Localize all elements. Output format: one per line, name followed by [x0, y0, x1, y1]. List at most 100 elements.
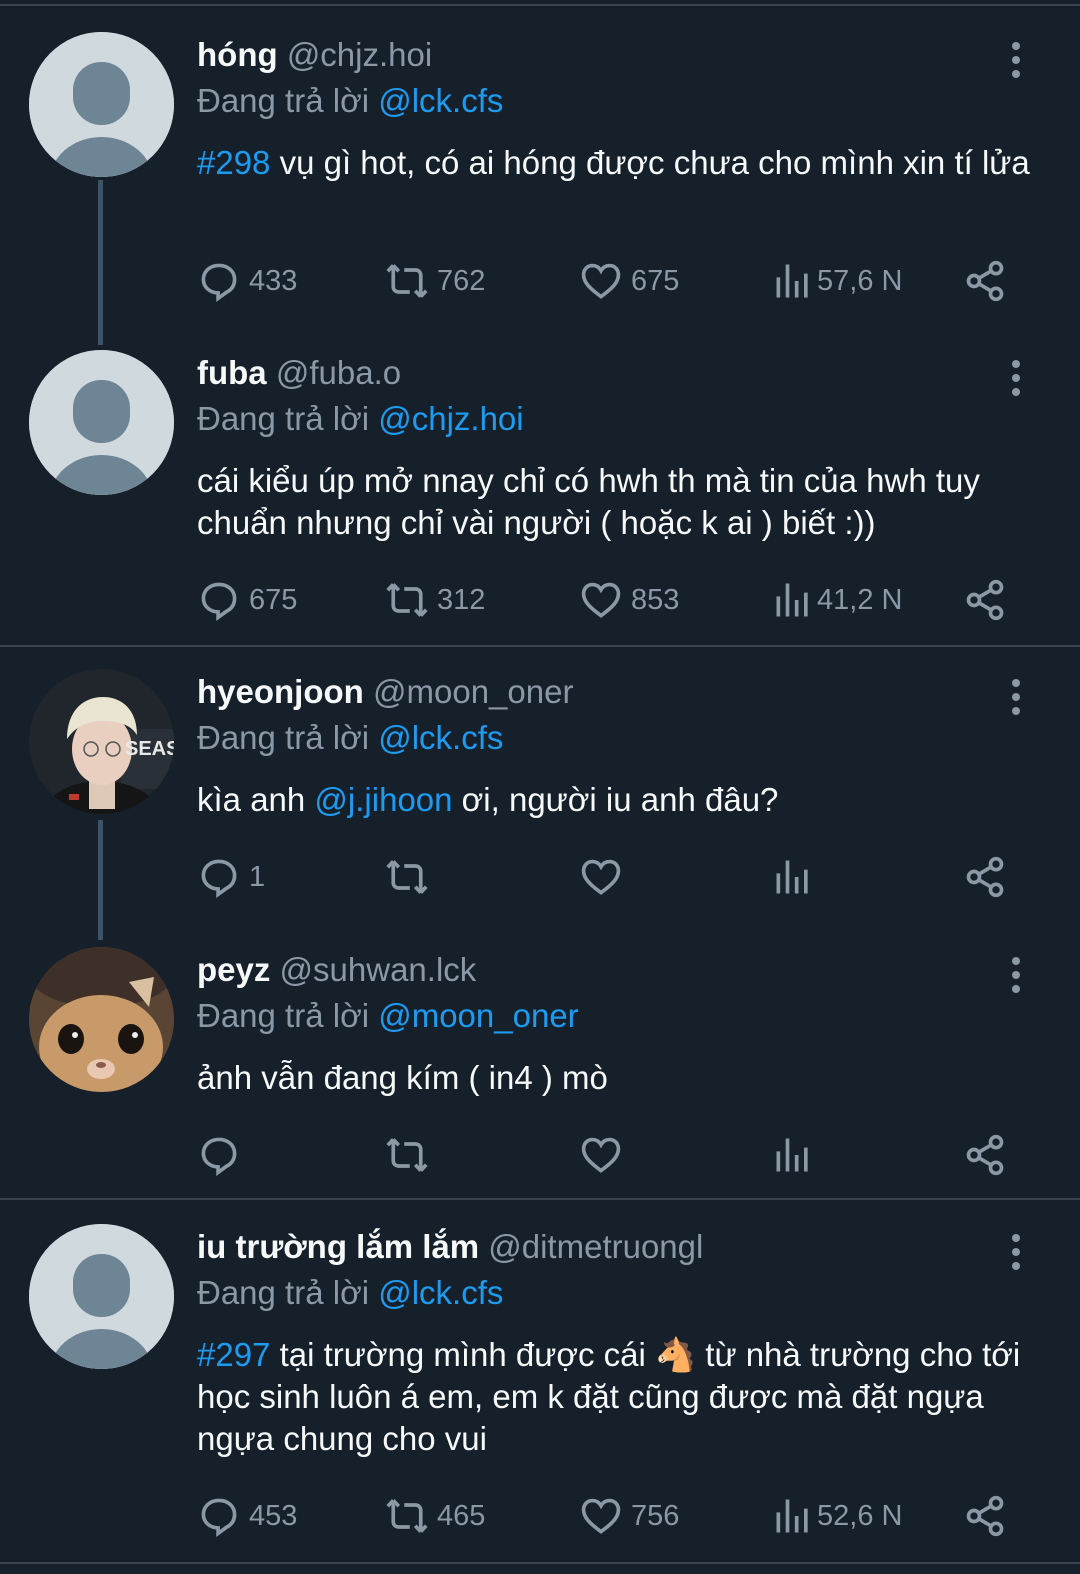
- tweet-body: kìa anh: [197, 781, 315, 818]
- retweet-icon: [385, 578, 429, 622]
- display-name[interactable]: peyz: [197, 951, 270, 988]
- like-count: 853: [631, 583, 680, 616]
- retweet-icon: [385, 855, 429, 899]
- replying-to: Đang trả lời @chjz.hoi: [197, 400, 524, 438]
- user-handle[interactable]: @suhwan.lck: [280, 951, 477, 988]
- tweet-text: kìa anh @j.jihoon ơi, người iu anh đâu?: [197, 779, 1037, 821]
- tweet-text: ảnh vẫn đang kím ( in4 ) mò: [197, 1059, 608, 1096]
- views-button[interactable]: [771, 853, 817, 901]
- retweet-icon: [385, 259, 429, 303]
- share-icon: [963, 259, 1007, 303]
- reply-count: 1: [249, 860, 266, 893]
- more-options-icon[interactable]: [1003, 356, 1029, 396]
- tweet-header: hóng @chjz.hoi: [197, 36, 432, 74]
- avatar[interactable]: [29, 32, 174, 177]
- share-button[interactable]: [963, 576, 1007, 624]
- more-options-icon[interactable]: [1003, 1230, 1029, 1270]
- avatar[interactable]: [29, 1224, 174, 1369]
- tweet-text: #298 vụ gì hot, có ai hóng được chưa cho…: [197, 142, 1037, 184]
- heart-icon: [579, 259, 623, 303]
- heart-icon: [579, 578, 623, 622]
- display-name[interactable]: fuba: [197, 354, 267, 391]
- display-name[interactable]: hóng: [197, 36, 278, 73]
- views-icon: [771, 1494, 815, 1538]
- views-button[interactable]: [771, 1131, 817, 1179]
- mention[interactable]: @j.jihoon: [314, 781, 452, 818]
- tweet-body: tại trường mình được cái: [270, 1336, 656, 1373]
- reply-button[interactable]: 675: [197, 576, 297, 624]
- top-divider: [0, 4, 1080, 6]
- views-count: 41,2 N: [817, 583, 903, 616]
- views-button[interactable]: 57,6 N: [771, 257, 902, 305]
- user-handle[interactable]: @moon_oner: [373, 673, 573, 710]
- heart-icon: [579, 1133, 623, 1177]
- thread-line: [98, 180, 103, 345]
- bottom-divider: [0, 1562, 1080, 1564]
- avatar[interactable]: [29, 350, 174, 495]
- views-count: 52,6 N: [817, 1499, 903, 1532]
- share-button[interactable]: [963, 257, 1007, 305]
- views-button[interactable]: 52,6 N: [771, 1492, 902, 1540]
- share-button[interactable]: [963, 1492, 1007, 1540]
- hashtag[interactable]: #297: [197, 1336, 270, 1373]
- tweet-header: fuba @fuba.o: [197, 354, 401, 392]
- views-count: 57,6 N: [817, 264, 903, 297]
- share-button[interactable]: [963, 853, 1007, 901]
- replying-to-label: Đang trả lời: [197, 1274, 370, 1311]
- reply-button[interactable]: [197, 1131, 249, 1179]
- retweet-button[interactable]: 312: [385, 576, 485, 624]
- like-button[interactable]: [579, 853, 631, 901]
- views-button[interactable]: 41,2 N: [771, 576, 902, 624]
- reply-button[interactable]: 433: [197, 257, 297, 305]
- like-button[interactable]: 853: [579, 576, 679, 624]
- display-name[interactable]: hyeonjoon: [197, 673, 364, 710]
- action-bar: 453 465 756 52,6 N: [197, 1492, 1017, 1540]
- user-handle[interactable]: @chjz.hoi: [287, 36, 432, 73]
- replying-to-label: Đang trả lời: [197, 997, 370, 1034]
- retweet-button[interactable]: [385, 1131, 437, 1179]
- heart-icon: [579, 855, 623, 899]
- like-count: 675: [631, 264, 680, 297]
- share-icon: [963, 1494, 1007, 1538]
- reply-icon: [197, 259, 241, 303]
- hashtag[interactable]: #298: [197, 144, 270, 181]
- reply-button[interactable]: 1: [197, 853, 265, 901]
- retweet-button[interactable]: [385, 853, 437, 901]
- avatar-background-text: SEASO: [125, 738, 174, 760]
- reply-mention[interactable]: @chjz.hoi: [378, 400, 523, 437]
- reply-icon: [197, 578, 241, 622]
- reply-button[interactable]: 453: [197, 1492, 297, 1540]
- like-button[interactable]: 675: [579, 257, 679, 305]
- user-handle[interactable]: @fuba.o: [276, 354, 401, 391]
- profile-photo: SEASO: [29, 669, 174, 814]
- views-icon: [771, 1133, 815, 1177]
- views-icon: [771, 578, 815, 622]
- reply-mention[interactable]: @lck.cfs: [378, 82, 503, 119]
- more-options-icon[interactable]: [1003, 675, 1029, 715]
- tweet-body: vụ gì hot, có ai hóng được chưa cho mình…: [270, 144, 1030, 181]
- tweet-divider: [0, 1198, 1080, 1200]
- avatar[interactable]: [29, 947, 174, 1092]
- replying-to: Đang trả lời @lck.cfs: [197, 82, 503, 120]
- reply-mention[interactable]: @lck.cfs: [378, 719, 503, 756]
- reply-mention[interactable]: @moon_oner: [378, 997, 578, 1034]
- tweet-text: #297 tại trường mình được cái 🐴 từ nhà t…: [197, 1334, 1037, 1460]
- reply-count: 675: [249, 583, 298, 616]
- retweet-icon: [385, 1133, 429, 1177]
- retweet-button[interactable]: 465: [385, 1492, 485, 1540]
- avatar[interactable]: SEASO: [29, 669, 174, 814]
- tweet-header: peyz @suhwan.lck: [197, 951, 476, 989]
- user-handle[interactable]: @ditmetruongl: [488, 1228, 703, 1265]
- reply-icon: [197, 855, 241, 899]
- display-name[interactable]: iu trường lắm lắm: [197, 1228, 479, 1265]
- retweet-button[interactable]: 762: [385, 257, 485, 305]
- more-options-icon[interactable]: [1003, 953, 1029, 993]
- replying-to-label: Đang trả lời: [197, 82, 370, 119]
- like-button[interactable]: 756: [579, 1492, 679, 1540]
- replying-to: Đang trả lời @moon_oner: [197, 997, 579, 1035]
- like-button[interactable]: [579, 1131, 631, 1179]
- share-button[interactable]: [963, 1131, 1007, 1179]
- more-options-icon[interactable]: [1003, 38, 1029, 78]
- reply-mention[interactable]: @lck.cfs: [378, 1274, 503, 1311]
- horse-emoji-icon: 🐴: [655, 1336, 697, 1373]
